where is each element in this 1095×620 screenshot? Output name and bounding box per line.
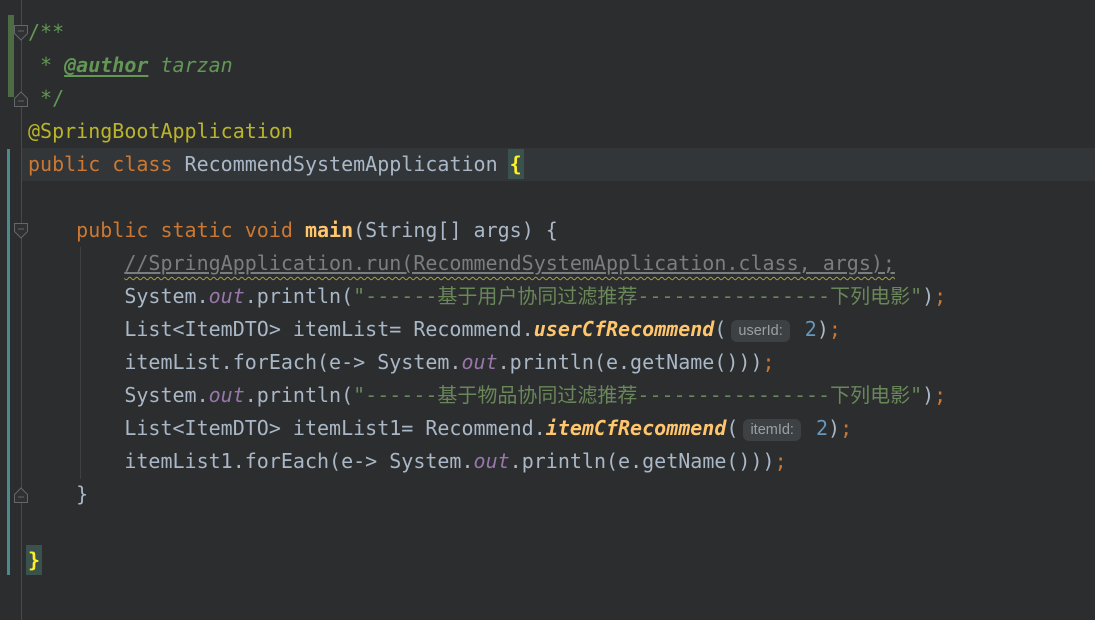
code-line-current[interactable]: public class RecommendSystemApplication … [22,148,1095,181]
token-doc: * [28,53,64,77]
code-line[interactable]: System.out.println("------基于用户协同过滤推荐----… [22,280,1095,313]
token-ann: @SpringBootApplication [28,119,293,143]
code-line[interactable]: */ [22,82,1095,115]
token-def: itemList1.forEach(e-> System. [28,449,474,473]
token-def [28,251,124,275]
code-line[interactable]: public static void main(String[] args) { [22,214,1095,247]
token-field: out [209,284,245,308]
code-line[interactable]: * @author tarzan [22,49,1095,82]
code-line[interactable]: List<ItemDTO> itemList= Recommend.userCf… [22,313,1095,346]
token-def: .println(e.getName())) [498,350,763,374]
token-str: "------基于用户协同过滤推荐----------------下列电影" [353,284,922,308]
token-def: System. [28,284,209,308]
token-kw: public static void [28,218,305,242]
token-semi: ; [775,449,787,473]
token-semi: ; [763,350,775,374]
token-sm: userCfRecommend [534,317,715,341]
token-num: 2 [805,317,817,341]
token-semi: ; [840,416,852,440]
matched-brace-open: { [508,149,524,179]
token-def: .println(e.getName())) [510,449,775,473]
token-def [804,416,816,440]
token-docit: tarzan [148,53,232,77]
inlay-hint-userid: userId: [731,320,789,342]
code-line[interactable] [22,511,1095,544]
inlay-hint-itemid: itemId: [743,419,801,441]
token-field: out [474,449,510,473]
token-def: ) [922,284,934,308]
token-num: 2 [816,416,828,440]
token-def: ( [726,416,738,440]
token-def: List<ItemDTO> itemList1= Recommend. [28,416,546,440]
token-def: (String[] args) { [353,218,558,242]
code-line[interactable]: @SpringBootApplication [22,115,1095,148]
token-doc: */ [28,86,64,110]
token-field: out [209,383,245,407]
code-line[interactable]: itemList.forEach(e-> System.out.println(… [22,346,1095,379]
token-comment: //SpringApplication.run(RecommendSystemA… [124,251,895,275]
code-line[interactable]: /** [22,16,1095,49]
token-def: ) [828,416,840,440]
token-def: List<ItemDTO> itemList= Recommend. [28,317,534,341]
token-doc: /** [28,20,64,44]
code-line[interactable] [22,181,1095,214]
matched-brace-close: } [26,545,42,575]
token-semi: ; [934,284,946,308]
token-def: ( [714,317,726,341]
token-semi: ; [829,317,841,341]
code-line[interactable]: } [22,478,1095,511]
token-doctag: @author [64,53,148,77]
code-editor: /** * @author tarzan */ @SpringBootApplic… [0,0,1095,620]
token-def [793,317,805,341]
code-lines: /** * @author tarzan */ @SpringBootApplic… [0,16,1095,577]
dead-code-comment: //SpringApplication.run(RecommendSystemA… [124,251,895,275]
token-def: } [28,482,88,506]
code-line[interactable]: List<ItemDTO> itemList1= Recommend.itemC… [22,412,1095,445]
token-kw: public class [28,152,185,176]
token-sm: itemCfRecommend [546,416,727,440]
token-def: ) [817,317,829,341]
token-field: out [461,350,497,374]
code-line[interactable]: //SpringApplication.run(RecommendSystemA… [22,247,1095,280]
token-semi: ; [934,383,946,407]
token-def: itemList.forEach(e-> System. [28,350,461,374]
token-def: System. [28,383,209,407]
code-line[interactable]: itemList1.forEach(e-> System.out.println… [22,445,1095,478]
token-def: .println( [245,383,353,407]
token-def: RecommendSystemApplication [185,152,510,176]
token-fn: main [305,218,353,242]
code-line[interactable]: System.out.println("------基于物品协同过滤推荐----… [22,379,1095,412]
token-str: "------基于物品协同过滤推荐----------------下列电影" [353,383,922,407]
token-def: .println( [245,284,353,308]
code-line[interactable]: } [22,544,1095,577]
token-def: ) [922,383,934,407]
